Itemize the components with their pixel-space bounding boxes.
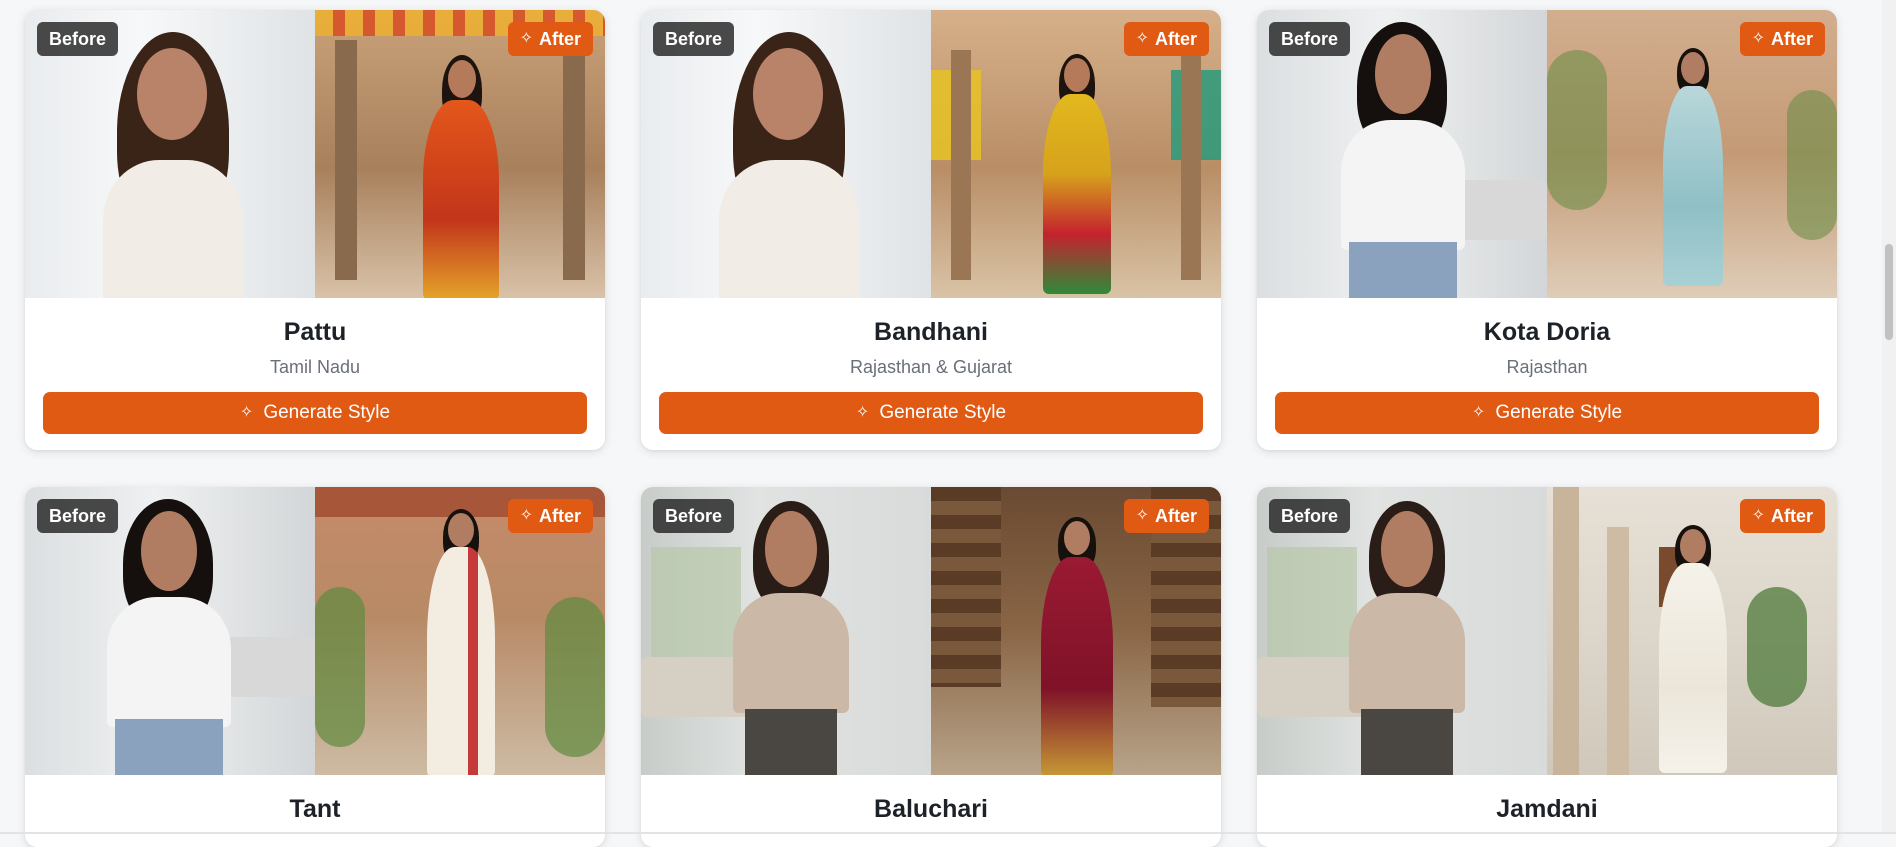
- style-card-baluchari: Before ✧ After Baluchari: [641, 487, 1221, 847]
- style-title: Pattu: [283, 318, 347, 346]
- sparkles-icon: ✧: [1135, 507, 1149, 524]
- style-title: Baluchari: [874, 795, 988, 823]
- before-badge: Before: [37, 499, 119, 533]
- style-region: Rajasthan: [1506, 357, 1588, 377]
- style-title: Jamdani: [1496, 795, 1598, 823]
- before-badge: Before: [653, 499, 735, 533]
- sparkles-icon: ✧: [1135, 30, 1149, 47]
- style-card-bandhani: Before ✧ After Bandhani Rajasthan & Guja…: [641, 10, 1221, 450]
- sparkles-icon: ✧: [239, 404, 254, 421]
- after-badge-label: After: [1154, 506, 1197, 526]
- comparison-images: Before ✧ After: [1257, 10, 1837, 298]
- sparkles-icon: ✧: [1751, 507, 1765, 524]
- after-badge: ✧ After: [507, 499, 593, 533]
- generate-style-button[interactable]: ✧ Generate Style: [43, 392, 587, 434]
- style-title: Kota Doria: [1483, 318, 1611, 346]
- style-title: Bandhani: [874, 318, 988, 346]
- after-badge-label: After: [538, 506, 581, 526]
- sparkles-icon: ✧: [519, 507, 533, 524]
- sparkles-icon: ✧: [1471, 404, 1486, 421]
- generate-style-button[interactable]: ✧ Generate Style: [1275, 392, 1819, 434]
- comparison-images: Before ✧ After: [25, 487, 605, 775]
- after-badge: ✧ After: [1739, 22, 1825, 56]
- style-card-pattu: Before ✧ After Pattu Tamil Nadu ✧ Genera…: [25, 10, 605, 450]
- after-badge-label: After: [1770, 29, 1813, 49]
- generate-style-button[interactable]: ✧ Generate Style: [659, 392, 1203, 434]
- style-title: Tant: [289, 795, 341, 823]
- style-card-tant: Before ✧ After Tant: [25, 487, 605, 847]
- generate-style-label: Generate Style: [263, 402, 391, 423]
- after-badge: ✧ After: [1739, 499, 1825, 533]
- after-badge: ✧ After: [507, 22, 593, 56]
- before-badge: Before: [653, 22, 735, 56]
- comparison-images: Before ✧ After: [25, 10, 605, 298]
- style-card-kota-doria: Before ✧ After Kota Doria Rajasthan ✧ Ge…: [1257, 10, 1837, 450]
- comparison-images: Before ✧ After: [1257, 487, 1837, 775]
- sparkles-icon: ✧: [855, 404, 870, 421]
- generate-style-label: Generate Style: [1495, 402, 1623, 423]
- after-badge-label: After: [1154, 29, 1197, 49]
- style-region: Rajasthan & Gujarat: [849, 357, 1013, 377]
- style-card-jamdani: Before ✧ After Jamdani: [1257, 487, 1837, 847]
- before-badge: Before: [37, 22, 119, 56]
- generate-style-label: Generate Style: [879, 402, 1007, 423]
- after-badge: ✧ After: [1123, 499, 1209, 533]
- before-badge: Before: [1269, 499, 1351, 533]
- scrollbar-thumb[interactable]: [1885, 244, 1893, 340]
- after-badge: ✧ After: [1123, 22, 1209, 56]
- style-region: Tamil Nadu: [269, 357, 361, 377]
- comparison-images: Before ✧ After: [641, 487, 1221, 775]
- sparkles-icon: ✧: [519, 30, 533, 47]
- after-badge-label: After: [1770, 506, 1813, 526]
- scrollbar[interactable]: [1882, 0, 1896, 834]
- comparison-images: Before ✧ After: [641, 10, 1221, 298]
- before-badge: Before: [1269, 22, 1351, 56]
- after-badge-label: After: [538, 29, 581, 49]
- sparkles-icon: ✧: [1751, 30, 1765, 47]
